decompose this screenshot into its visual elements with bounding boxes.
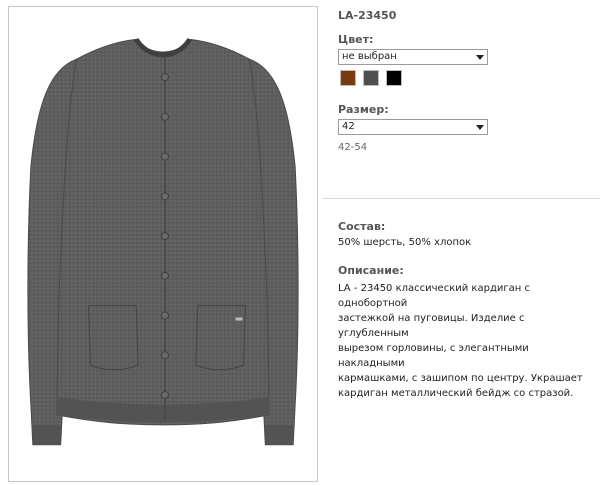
color-swatch-brown[interactable] [340,70,356,86]
product-sku: LA-23450 [338,9,397,22]
description-label: Описание: [338,264,404,277]
section-divider [322,198,600,199]
chevron-down-icon [476,55,484,60]
size-range: 42-54 [338,142,368,153]
color-swatch-black[interactable] [386,70,402,86]
size-label: Размер: [338,103,389,116]
size-select[interactable]: 42 [338,119,488,135]
description-line: застежкой на пуговицы. Изделие с углубле… [338,313,525,339]
cardigan-image [27,37,299,446]
description-line: LA - 23450 классический кардиган с одноб… [338,283,530,309]
description-line: кардиган металлический бейдж со стразой. [338,388,574,399]
product-image-frame[interactable] [8,6,318,482]
size-select-value: 42 [342,121,355,132]
chevron-down-icon [476,125,484,130]
composition-label: Состав: [338,220,386,233]
color-select-value: не выбран [342,51,397,62]
description-line: вырезом горловины, с элегантными накладн… [338,343,529,369]
color-select[interactable]: не выбран [338,49,488,65]
description-text: LA - 23450 классический кардиган с одноб… [338,281,588,401]
color-label: Цвет: [338,33,374,46]
composition-value: 50% шерсть, 50% хлопок [338,237,472,248]
color-swatch-dark-gray[interactable] [363,70,379,86]
description-line: кармашками, с зашипом по центру. Украшае… [338,373,583,384]
